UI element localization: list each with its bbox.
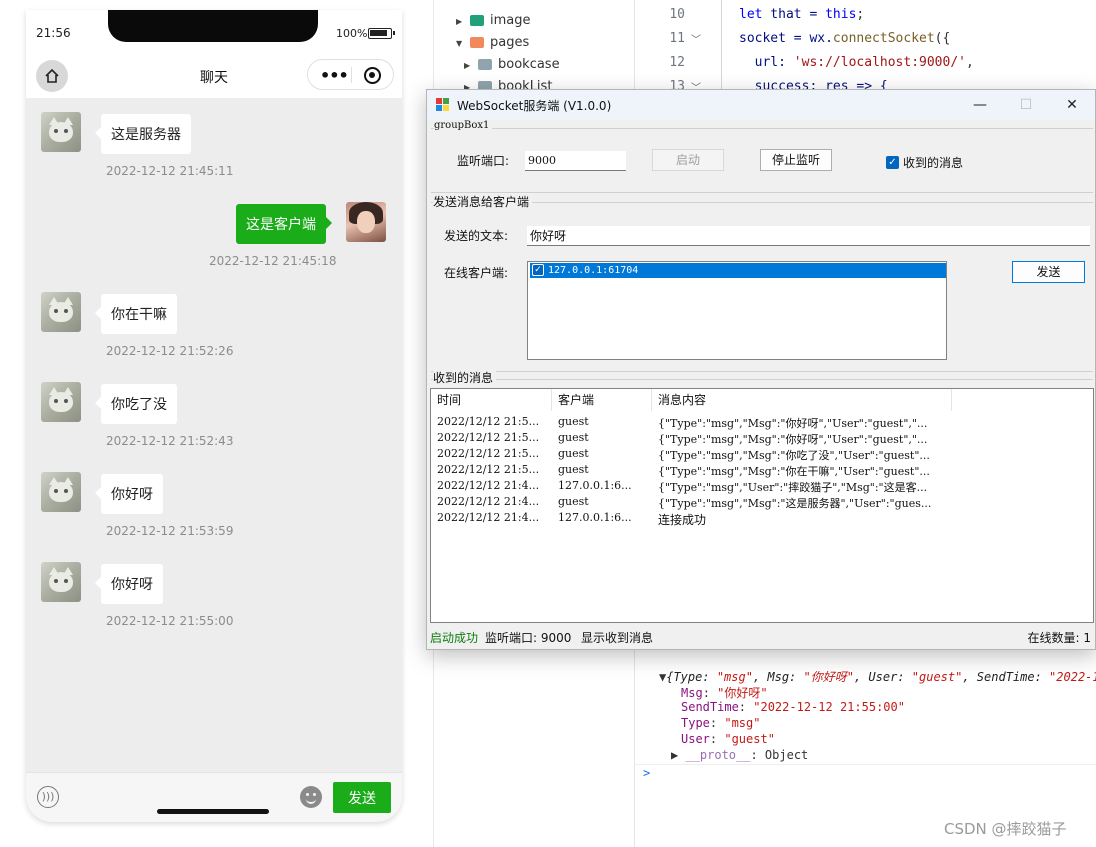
received-checkbox-label: 收到的消息 xyxy=(903,156,964,170)
chat-send-button[interactable]: 发送 xyxy=(333,782,391,813)
message-bubble: 这是服务器 xyxy=(95,114,191,154)
console-prop: SendTime: "2022-12-12 21:55:00" xyxy=(681,700,905,714)
message-bubble: 你好呀 xyxy=(95,564,163,604)
battery-icon xyxy=(368,28,395,39)
status-port: 监听端口: 9000 xyxy=(485,631,572,645)
close-miniprogram-icon[interactable] xyxy=(364,67,381,84)
code-line: url: 'ws://localhost:9000/', xyxy=(739,55,974,70)
chat-input-bar: ))) 发送 xyxy=(26,772,402,822)
client-checkbox[interactable]: ✓ xyxy=(532,264,544,276)
console-object-line[interactable]: ▼{Type: "msg", Msg: "你好呀", User: "guest"… xyxy=(659,668,1096,685)
message-bubble: 你好呀 xyxy=(95,474,163,514)
close-icon[interactable]: ✕ xyxy=(1049,90,1095,120)
tree-item-pages[interactable]: pages xyxy=(490,35,529,50)
message-bubble: 你在干嘛 xyxy=(95,294,177,334)
avatar-server xyxy=(41,382,81,422)
received-group-title: 收到的消息 xyxy=(433,369,497,386)
groupbox-border xyxy=(431,379,1093,380)
websocket-server-window: WebSocket服务端 (V1.0.0) — ☐ ✕ groupBox1 监听… xyxy=(426,89,1096,650)
stop-listen-button[interactable]: 停止监听 xyxy=(760,149,832,171)
column-header-content[interactable]: 消息内容 xyxy=(652,389,952,411)
tree-item-image[interactable]: image xyxy=(490,13,531,28)
message-bubble: 你吃了没 xyxy=(95,384,177,424)
send-button[interactable]: 发送 xyxy=(1012,261,1085,283)
indent-guide xyxy=(721,0,722,90)
home-indicator xyxy=(157,809,269,814)
message-time: 2022-12-12 21:45:11 xyxy=(106,164,234,178)
folder-pages-icon xyxy=(470,37,484,48)
minimize-icon[interactable]: — xyxy=(957,90,1003,120)
message-time: 2022-12-12 21:55:00 xyxy=(106,614,234,628)
start-button[interactable]: 启动 xyxy=(652,149,724,171)
more-icon[interactable]: ••• xyxy=(320,66,349,85)
watermark: CSDN @摔跤猫子 xyxy=(944,820,1067,838)
avatar-server xyxy=(41,112,81,152)
line-number: 11 xyxy=(669,31,685,46)
groupbox-border xyxy=(431,371,1093,372)
console-prompt[interactable]: > xyxy=(643,766,650,780)
window-titlebar[interactable]: WebSocket服务端 (V1.0.0) — ☐ ✕ xyxy=(427,90,1095,120)
caret-right-icon[interactable]: ▶ xyxy=(456,17,462,26)
avatar-server xyxy=(41,292,81,332)
caret-right-icon[interactable]: ▶ xyxy=(464,61,470,70)
capsule-divider xyxy=(351,67,352,83)
folder-icon xyxy=(478,59,492,70)
line-number: 12 xyxy=(669,55,685,70)
emoji-icon[interactable] xyxy=(300,786,322,808)
send-group-title: 发送消息给客户端 xyxy=(433,193,533,210)
online-clients-list[interactable]: ✓ 127.0.0.1:61704 xyxy=(527,261,947,360)
console-prop: Type: "msg" xyxy=(681,716,761,730)
nav-bar: 聊天 ••• xyxy=(26,54,402,98)
status-bar: 21:56 100% xyxy=(26,10,402,54)
column-header-client[interactable]: 客户端 xyxy=(552,389,652,411)
console-prop: User: "guest" xyxy=(681,732,775,746)
tree-item-bookcase[interactable]: bookcase xyxy=(498,57,560,72)
message-time: 2022-12-12 21:52:43 xyxy=(106,434,234,448)
capsule-menu: ••• xyxy=(307,59,394,90)
folder-image-icon xyxy=(470,15,484,26)
code-editor[interactable]: 10 11 12 13 ﹀ ﹀ let that = this; socket … xyxy=(634,0,1096,94)
code-line: let that = this; xyxy=(739,7,865,22)
groupbox-border xyxy=(431,128,1093,129)
groupbox1-title: groupBox1 xyxy=(434,120,493,131)
port-input[interactable] xyxy=(525,151,626,171)
received-checkbox[interactable]: ✓ xyxy=(886,156,899,169)
console-proto[interactable]: ▶ __proto__: Object xyxy=(671,748,808,762)
avatar-server xyxy=(41,472,81,512)
maximize-icon[interactable]: ☐ xyxy=(1003,90,1049,120)
notch xyxy=(108,10,318,42)
message-bubble-self: 这是客户端 xyxy=(236,204,332,244)
app-icon xyxy=(436,98,450,112)
line-number: 10 xyxy=(669,7,685,22)
client-list-item[interactable]: ✓ 127.0.0.1:61704 xyxy=(530,263,946,278)
code-line: socket = wx.connectSocket({ xyxy=(739,31,951,46)
status-online-count: 在线数量: 1 xyxy=(1027,631,1092,645)
battery-percent: 100% xyxy=(336,27,368,40)
phone-simulator: 21:56 100% 聊天 ••• 这是服务器 2022-12-12 21:45… xyxy=(26,10,402,822)
message-time: 2022-12-12 21:45:18 xyxy=(209,254,337,268)
screen: 21:56 100% 聊天 ••• 这是服务器 2022-12-12 21:45… xyxy=(0,0,1096,847)
online-clients-label: 在线客户端: xyxy=(444,266,509,280)
received-messages-list[interactable]: 时间 客户端 消息内容 2022/12/12 21:5... guest {"Typ… xyxy=(430,388,1094,623)
message-time: 2022-12-12 21:53:59 xyxy=(106,524,234,538)
window-title: WebSocket服务端 (V1.0.0) xyxy=(457,99,612,113)
status-bar: 启动成功 监听端口: 9000 显示收到消息 在线数量: 1 xyxy=(427,627,1095,649)
column-header-time[interactable]: 时间 xyxy=(431,389,552,411)
status-time: 21:56 xyxy=(36,26,71,40)
caret-down-icon[interactable]: ▼ xyxy=(456,39,462,48)
voice-icon[interactable]: ))) xyxy=(37,786,59,808)
avatar-self xyxy=(346,202,386,242)
status-show-messages: 显示收到消息 xyxy=(581,631,654,645)
message-time: 2022-12-12 21:52:26 xyxy=(106,344,234,358)
fold-chevron-icon[interactable]: ﹀ xyxy=(691,31,701,46)
send-text-input[interactable] xyxy=(527,226,1090,246)
status-started: 启动成功 xyxy=(430,631,479,645)
port-label: 监听端口: xyxy=(457,154,510,168)
send-text-label: 发送的文本: xyxy=(444,229,509,243)
avatar-server xyxy=(41,562,81,602)
console-prop: Msg: "你好呀" xyxy=(681,686,768,700)
